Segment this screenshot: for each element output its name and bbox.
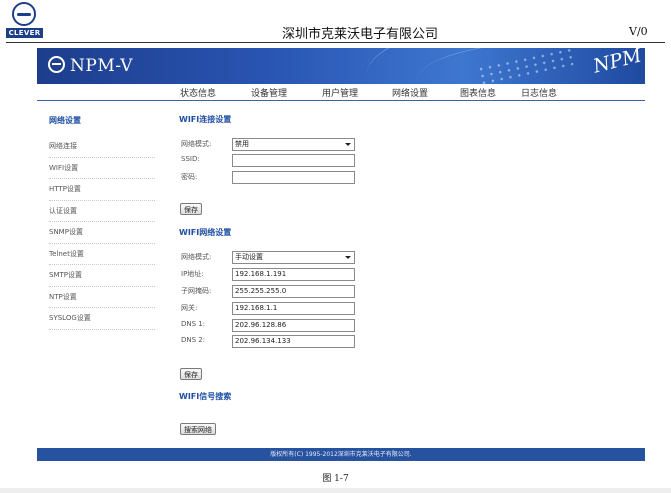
dns1-label: DNS 1: bbox=[181, 320, 206, 328]
chevron-down-icon bbox=[345, 143, 351, 146]
tab-logs[interactable]: 日志信息 bbox=[521, 86, 557, 99]
figure-caption: 图 1-7 bbox=[322, 474, 349, 484]
page-bottom-band bbox=[0, 488, 671, 493]
company-logo: CLEVER bbox=[6, 2, 44, 38]
mask-label: 子网掩码: bbox=[181, 287, 212, 295]
app-frame: NPM-V NPM 状态信息 设备管理 用户管理 网络设置 图表信息 日志信息 … bbox=[37, 48, 645, 464]
tab-charts[interactable]: 图表信息 bbox=[460, 86, 496, 99]
wifi-network-save-button[interactable]: 保存 bbox=[180, 368, 202, 380]
ip-input[interactable] bbox=[232, 268, 355, 281]
sidebar-item-telnet[interactable]: Telnet设置 bbox=[49, 244, 155, 265]
top-nav: 状态信息 设备管理 用户管理 网络设置 图表信息 日志信息 bbox=[37, 84, 645, 101]
sidebar-menu: 网络连接 WIFI设置 HTTP设置 认证设置 SNMP设置 Telnet设置 … bbox=[49, 136, 155, 330]
tab-network[interactable]: 网络设置 bbox=[392, 86, 428, 99]
password-input[interactable] bbox=[232, 171, 355, 184]
wifi-connect-save-button[interactable]: 保存 bbox=[180, 203, 202, 215]
wifi-connect-mode-label: 网络模式: bbox=[181, 140, 212, 148]
document-version: V/0 bbox=[629, 25, 648, 38]
wifi-connect-mode-select[interactable]: 禁用 bbox=[232, 138, 355, 151]
gateway-input[interactable] bbox=[232, 302, 355, 315]
app-footer: 版权所有(C) 1995-2012深圳市克莱沃电子有限公司. bbox=[37, 448, 645, 461]
sidebar-title: 网络设置 bbox=[49, 116, 81, 125]
tab-status[interactable]: 状态信息 bbox=[180, 86, 216, 99]
mask-input[interactable] bbox=[232, 285, 355, 298]
tab-device[interactable]: 设备管理 bbox=[251, 86, 287, 99]
sidebar-item-auth[interactable]: 认证设置 bbox=[49, 201, 155, 222]
wifi-network-mode-select[interactable]: 手动设置 bbox=[232, 251, 355, 264]
sidebar-item-smtp[interactable]: SMTP设置 bbox=[49, 265, 155, 287]
sidebar-item-wifi[interactable]: WIFI设置 bbox=[49, 158, 155, 179]
wifi-connect-title: WIFI连接设置 bbox=[179, 115, 232, 124]
header-rule bbox=[6, 42, 665, 43]
banner-logo-icon bbox=[48, 56, 65, 73]
wifi-search-title: WIFI信号搜索 bbox=[179, 392, 232, 401]
ip-label: IP地址: bbox=[181, 270, 204, 278]
gateway-label: 网关: bbox=[181, 304, 198, 312]
ssid-label: SSID: bbox=[181, 155, 200, 163]
sidebar-item-network-connection[interactable]: 网络连接 bbox=[49, 136, 155, 158]
logo-emblem-icon bbox=[12, 2, 36, 26]
wifi-network-mode-label: 网络模式: bbox=[181, 253, 212, 261]
dns2-label: DNS 2: bbox=[181, 336, 206, 344]
logo-text: CLEVER bbox=[6, 28, 43, 38]
wifi-connect-mode-value: 禁用 bbox=[235, 140, 249, 148]
dns1-input[interactable] bbox=[232, 319, 355, 332]
sidebar-item-snmp[interactable]: SNMP设置 bbox=[49, 222, 155, 244]
app-banner: NPM-V NPM bbox=[37, 48, 645, 84]
sidebar-item-http[interactable]: HTTP设置 bbox=[49, 179, 155, 201]
search-network-button[interactable]: 搜索网络 bbox=[180, 423, 216, 435]
app-title: NPM-V bbox=[70, 56, 134, 76]
dns2-input[interactable] bbox=[232, 335, 355, 348]
tab-users[interactable]: 用户管理 bbox=[322, 86, 358, 99]
sidebar-item-syslog[interactable]: SYSLOG设置 bbox=[49, 308, 155, 330]
ssid-input[interactable] bbox=[232, 154, 355, 167]
company-name: 深圳市克莱沃电子有限公司 bbox=[282, 27, 439, 42]
password-label: 密码: bbox=[181, 173, 198, 181]
sidebar-item-ntp[interactable]: NTP设置 bbox=[49, 287, 155, 308]
chevron-down-icon bbox=[345, 256, 351, 259]
wifi-network-title: WIFI网络设置 bbox=[179, 228, 232, 237]
wifi-network-mode-value: 手动设置 bbox=[235, 253, 263, 261]
